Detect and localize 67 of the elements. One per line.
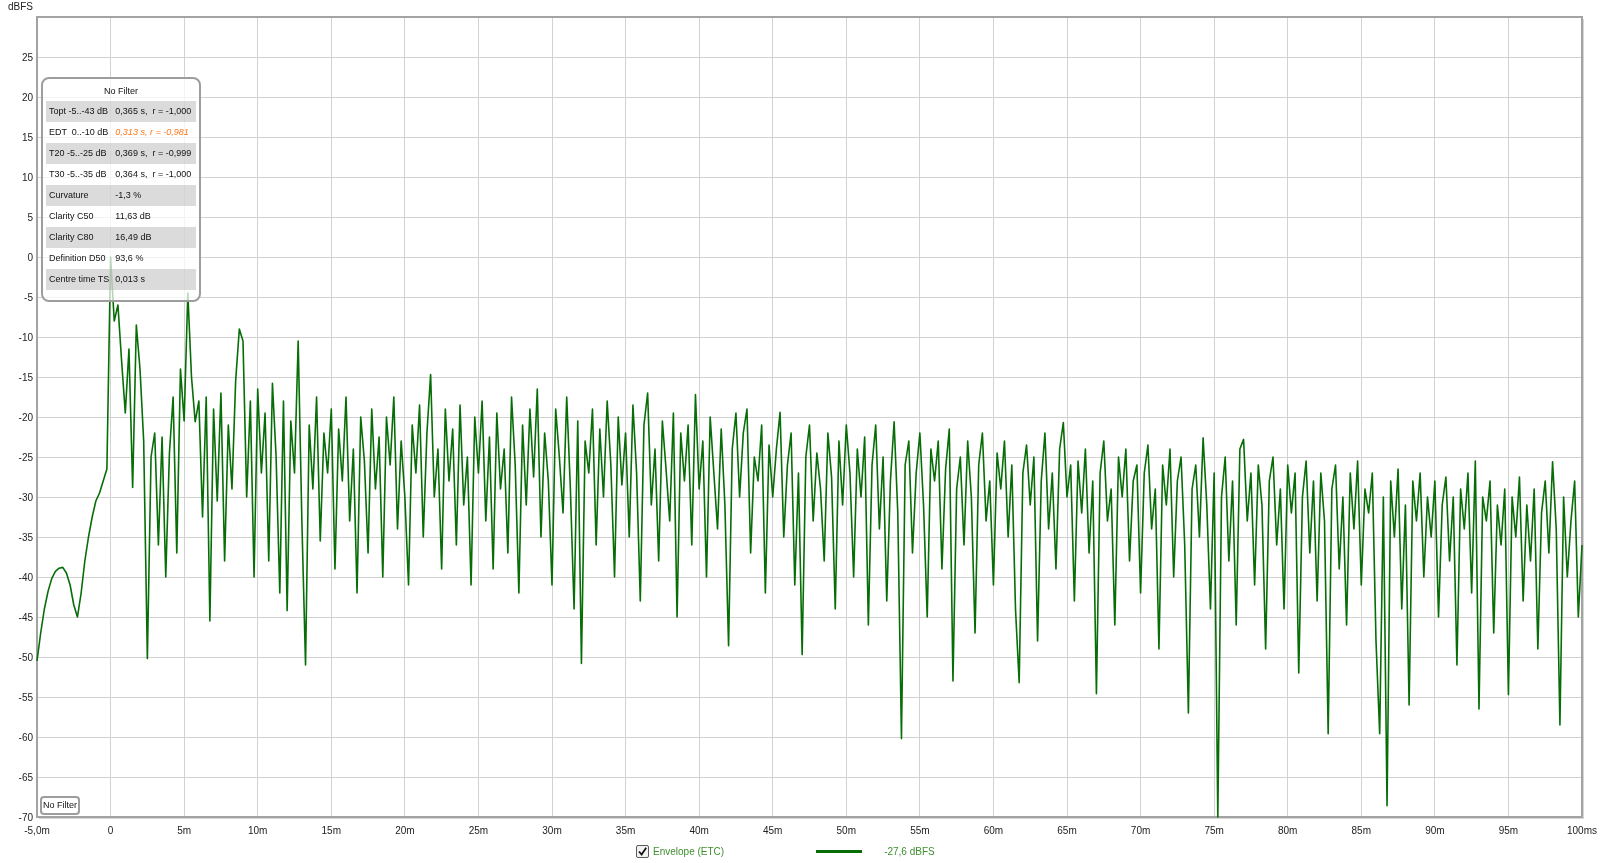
panel-title: No Filter <box>103 85 140 98</box>
x-tick-label: 35m <box>615 825 636 836</box>
y-tick-label: -65 <box>18 771 33 783</box>
x-tick-label: 15m <box>321 825 341 836</box>
y-tick-label: -15 <box>18 371 33 383</box>
legend-label: Envelope (ETC) <box>653 846 725 857</box>
y-tick-label: -40 <box>18 571 33 583</box>
y-tick-label: 15 <box>21 131 33 143</box>
x-tick-label: 25m <box>468 825 489 836</box>
stat-label: T20 -5..-25 dB <box>46 143 113 164</box>
legend-line-icon <box>816 850 863 853</box>
stat-value: 0,365 s, r = -1,000 <box>112 101 197 122</box>
y-tick-label: -30 <box>18 491 33 503</box>
stat-value: 0,369 s, r = -0,999 <box>112 143 197 164</box>
x-tick-label: 75m <box>1204 825 1224 836</box>
y-tick-label: -45 <box>18 611 33 623</box>
stat-label: Definition D50 <box>48 252 107 265</box>
x-tick-label: 90m <box>1425 825 1445 836</box>
y-tick-label: -50 <box>18 651 33 663</box>
y-tick-label: -20 <box>18 411 33 423</box>
axis-title: dBFS <box>8 1 33 12</box>
checkbox[interactable] <box>636 845 649 858</box>
stat-label: Centre time TS <box>46 269 113 290</box>
x-tick-label: 100ms <box>1567 825 1597 836</box>
y-tick-label: -10 <box>18 331 33 343</box>
x-tick-label: 60m <box>983 825 1004 836</box>
x-tick-label: 0 <box>107 825 114 836</box>
y-tick-label: 25 <box>21 51 33 63</box>
stat-value: 0,364 s, r = -1,000 <box>114 168 193 181</box>
legend-reading: -27,6 dBFS <box>884 846 935 857</box>
stat-label: Topt -5..-43 dB <box>46 101 113 122</box>
stat-label: T30 -5..-35 dB <box>48 168 108 181</box>
stat-value: 0,313 s, r = -0,981 <box>114 126 190 139</box>
x-tick-label: 40m <box>689 825 709 836</box>
y-tick-label: -25 <box>18 451 33 463</box>
stat-value: 0,013 s <box>112 269 197 290</box>
y-tick-label: -55 <box>18 691 33 703</box>
x-tick-label: 30m <box>542 825 562 836</box>
x-tick-label: 50m <box>836 825 856 836</box>
x-tick-label: 5m <box>177 825 192 836</box>
y-tick-label: -5 <box>24 291 33 303</box>
y-tick-label: 10 <box>21 171 33 183</box>
stat-value: 16,49 dB <box>112 227 197 248</box>
x-tick-label: 95m <box>1498 825 1519 836</box>
x-tick-label: 65m <box>1057 825 1077 836</box>
y-tick-label: -35 <box>18 531 33 543</box>
x-tick-label: 70m <box>1130 825 1151 836</box>
stat-label: EDT 0..-10 dB <box>48 126 110 139</box>
filter-label: No Filter <box>40 796 80 815</box>
x-tick-label: 80m <box>1278 825 1298 836</box>
x-tick-label: 20m <box>395 825 415 836</box>
y-tick-label: 0 <box>27 251 33 263</box>
stat-value: 93,6 % <box>114 252 145 265</box>
x-tick-label: -5,0m <box>24 825 50 836</box>
x-tick-label: 45m <box>763 825 783 836</box>
y-tick-label: -60 <box>18 731 33 743</box>
stat-label: Curvature <box>46 185 113 206</box>
y-tick-label: 20 <box>21 91 33 103</box>
x-tick-label: 55m <box>910 825 930 836</box>
stat-value: 11,63 dB <box>114 210 152 223</box>
x-tick-label: 10m <box>248 825 268 836</box>
stat-label: Clarity C80 <box>46 227 113 248</box>
x-tick-label: 85m <box>1351 825 1371 836</box>
stat-value: -1,3 % <box>112 185 197 206</box>
y-tick-label: -70 <box>18 811 33 823</box>
stat-label: Clarity C50 <box>48 210 95 223</box>
y-tick-label: 5 <box>27 211 33 223</box>
